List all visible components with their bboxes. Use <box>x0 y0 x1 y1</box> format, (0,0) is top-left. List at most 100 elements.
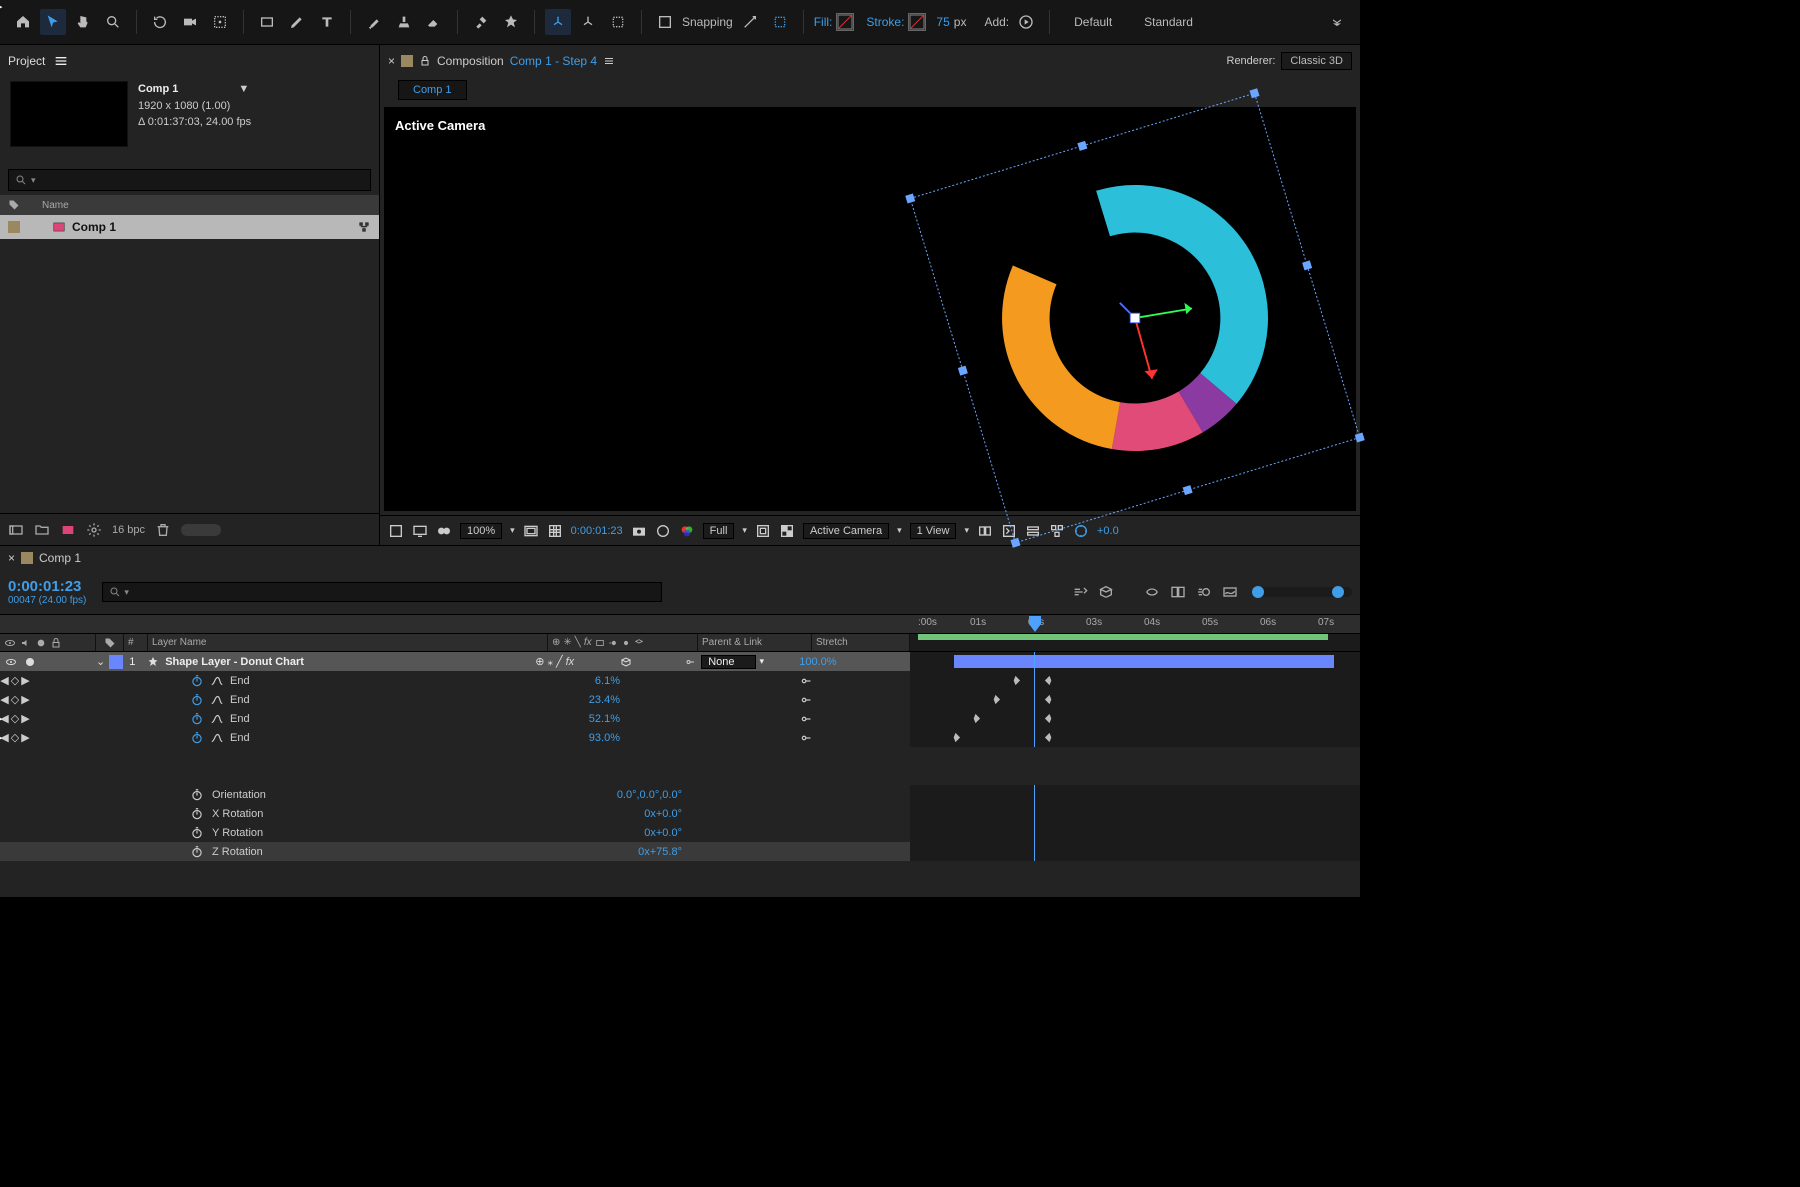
camera-tool-icon[interactable] <box>177 9 203 35</box>
audio-col-icon[interactable] <box>20 637 32 649</box>
stroke-label[interactable]: Stroke: <box>866 15 904 29</box>
end-value[interactable]: 52.1% <box>560 713 620 725</box>
3d-layer-icon[interactable] <box>620 656 632 668</box>
expression-pickwhip-icon[interactable] <box>800 712 814 726</box>
keyframe-ease-in-icon[interactable] <box>950 732 961 743</box>
eraser-tool-icon[interactable] <box>421 9 447 35</box>
expression-pickwhip-icon[interactable] <box>800 731 814 745</box>
motion-blur-icon[interactable] <box>1196 584 1212 600</box>
timeline-tab-label[interactable]: Comp 1 <box>39 551 81 565</box>
stopwatch-active-icon[interactable] <box>190 712 204 726</box>
timeline-subcode[interactable]: 00047 (24.00 fps) <box>8 595 86 606</box>
rotate-tool-icon[interactable] <box>147 9 173 35</box>
monitor-icon[interactable] <box>412 523 428 539</box>
hand-tool-icon[interactable] <box>70 9 96 35</box>
pen-tool-icon[interactable] <box>284 9 310 35</box>
end-value[interactable]: 93.0% <box>560 732 620 744</box>
stopwatch-active-icon[interactable] <box>190 693 204 707</box>
stroke-width-value[interactable]: 75 <box>936 15 949 29</box>
end-property-row-3[interactable]: ▶◀◇▶End93.0% <box>0 728 1360 747</box>
flowchart-icon[interactable] <box>357 220 371 234</box>
fast-previews-icon[interactable] <box>1001 523 1017 539</box>
solo-col-icon[interactable] <box>36 638 46 648</box>
end-value[interactable]: 23.4% <box>560 694 620 706</box>
type-tool-icon[interactable] <box>314 9 340 35</box>
brush-tool-icon[interactable] <box>361 9 387 35</box>
transparency-grid-icon[interactable] <box>779 523 795 539</box>
grid-icon[interactable] <box>547 523 563 539</box>
col-hash[interactable]: # <box>124 634 148 651</box>
fill-label[interactable]: Fill: <box>814 15 833 29</box>
next-key-icon[interactable]: ▶ <box>21 674 29 687</box>
end-property-row-2[interactable]: ▶◀◇▶End52.1% <box>0 709 1360 728</box>
keyframe-ease-out-icon[interactable] <box>1044 675 1055 686</box>
col-parent[interactable]: Parent & Link <box>698 634 812 651</box>
expression-pickwhip-icon[interactable] <box>800 674 814 688</box>
project-search-input[interactable]: ▾ <box>8 169 371 191</box>
col-layer-name[interactable]: Layer Name <box>148 634 548 651</box>
fill-swatch-none-icon[interactable] <box>836 13 854 31</box>
composition-viewer[interactable]: Active Camera <box>380 103 1360 515</box>
stopwatch-icon[interactable] <box>190 845 204 859</box>
lock-col-icon[interactable] <box>50 637 62 649</box>
time-ruler[interactable]: :00s 01s 02s 03s 04s 05s 06s 07s <box>910 615 1360 633</box>
timeline-tab-close-icon[interactable]: × <box>8 551 15 565</box>
orientation-value[interactable]: 0.0°,0.0°,0.0° <box>582 789 682 801</box>
end-property-row-0[interactable]: ◀◇▶End6.1% <box>0 671 1360 690</box>
label-col-icon[interactable] <box>104 637 116 649</box>
trash-icon[interactable] <box>155 522 171 538</box>
stroke-swatch-none-icon[interactable] <box>908 13 926 31</box>
stopwatch-icon[interactable] <box>190 788 204 802</box>
clone-stamp-tool-icon[interactable] <box>391 9 417 35</box>
layer-row-1[interactable]: ⌄ 1 Shape Layer - Donut Chart ⊕⁎╱fx None… <box>0 652 1360 671</box>
local-axis-icon[interactable] <box>545 9 571 35</box>
col-stretch[interactable]: Stretch <box>812 634 910 651</box>
project-comp-dropdown-icon[interactable]: ▼ <box>238 81 249 98</box>
y-rotation-value[interactable]: 0x+0.0° <box>582 827 682 839</box>
zoom-tool-icon[interactable] <box>100 9 126 35</box>
cti-head-icon[interactable] <box>1028 615 1042 633</box>
stopwatch-active-icon[interactable] <box>190 674 204 688</box>
resolution-select[interactable]: Full <box>703 523 735 539</box>
timeline-search[interactable]: ▾ <box>102 582 662 602</box>
safe-zones-icon[interactable] <box>523 523 539 539</box>
easy-ease-graph-icon[interactable] <box>210 731 224 745</box>
interpret-footage-icon[interactable] <box>8 522 24 538</box>
easy-ease-graph-icon[interactable] <box>210 674 224 688</box>
keyframe-ease-in-icon[interactable] <box>1010 675 1021 686</box>
z-rotation-row[interactable]: ▶ Z Rotation 0x+75.8° <box>0 842 1360 861</box>
twirl-down-icon[interactable]: ⌄ <box>96 655 105 668</box>
snapshot-icon[interactable] <box>631 523 647 539</box>
snap-box-icon[interactable] <box>767 9 793 35</box>
add-menu-icon[interactable] <box>1013 9 1039 35</box>
lock-icon[interactable] <box>419 55 431 67</box>
project-item-comp1[interactable]: Comp 1 <box>0 215 379 239</box>
pickwhip-icon[interactable] <box>685 656 697 668</box>
comp-tab-close-icon[interactable]: × <box>388 54 395 68</box>
layer-color-swatch[interactable] <box>109 655 123 669</box>
zoom-scrubber[interactable] <box>1252 587 1352 597</box>
roto-brush-tool-icon[interactable] <box>468 9 494 35</box>
workspace-default[interactable]: Default <box>1060 13 1126 31</box>
draft-3d-icon[interactable] <box>1098 584 1114 600</box>
magnification-select[interactable]: 100% <box>460 523 502 539</box>
project-thumbnail[interactable] <box>10 81 128 147</box>
workspace-overflow-icon[interactable] <box>1324 9 1350 35</box>
world-axis-icon[interactable] <box>575 9 601 35</box>
view-axis-icon[interactable] <box>605 9 631 35</box>
eye-col-icon[interactable] <box>4 637 16 649</box>
z-rotation-value[interactable]: 0x+75.8° <box>582 846 682 858</box>
add-key-icon[interactable]: ◇ <box>11 731 19 744</box>
puppet-tool-icon[interactable] <box>498 9 524 35</box>
comp-panel-menu-icon[interactable] <box>603 55 615 67</box>
roi-icon[interactable] <box>755 523 771 539</box>
project-panel-menu-icon[interactable] <box>53 53 69 69</box>
camera-select[interactable]: Active Camera <box>803 523 889 539</box>
snapping-checkbox-icon[interactable] <box>652 9 678 35</box>
stopwatch-active-icon[interactable] <box>190 731 204 745</box>
timeline-button-icon[interactable] <box>1025 523 1041 539</box>
home-icon[interactable] <box>10 9 36 35</box>
color-mgmt-icon[interactable] <box>679 523 695 539</box>
renderer-select[interactable]: Classic 3D <box>1281 52 1352 70</box>
keyframe-ease-out-icon[interactable] <box>1044 713 1055 724</box>
